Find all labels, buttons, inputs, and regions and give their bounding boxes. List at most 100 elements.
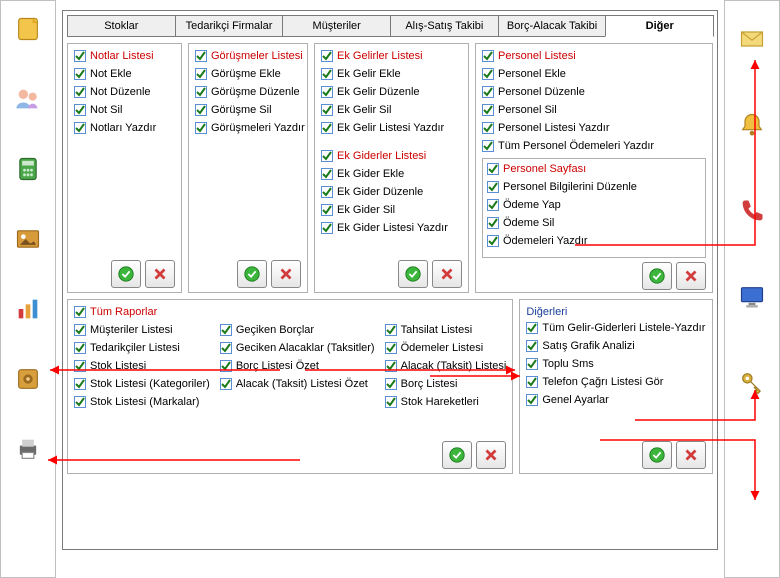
- ok-button[interactable]: [111, 260, 141, 288]
- checkbox[interactable]: [526, 376, 538, 388]
- tab-musteriler[interactable]: Müşteriler: [282, 15, 391, 37]
- checkbox[interactable]: [385, 396, 397, 408]
- checkbox[interactable]: [385, 324, 397, 336]
- item-label: Genel Ayarlar: [542, 394, 608, 406]
- content-frame: Stoklar Tedarikçi Firmalar Müşteriler Al…: [62, 10, 718, 550]
- checkbox[interactable]: [321, 104, 333, 116]
- checkbox[interactable]: [195, 104, 207, 116]
- tab-borc-alacak[interactable]: Borç-Alacak Takibi: [498, 15, 607, 37]
- left-sidebar: [0, 0, 56, 578]
- checkbox[interactable]: [526, 394, 538, 406]
- checkbox[interactable]: [385, 378, 397, 390]
- calculator-icon[interactable]: [10, 151, 46, 187]
- checkbox[interactable]: [195, 50, 207, 62]
- checkbox[interactable]: [321, 168, 333, 180]
- printer-icon[interactable]: [10, 431, 46, 467]
- checkbox[interactable]: [74, 50, 86, 62]
- checkbox[interactable]: [321, 204, 333, 216]
- item-label: Not Düzenle: [90, 86, 151, 98]
- panel-header: Notlar Listesi: [90, 50, 154, 62]
- note-icon[interactable]: [10, 11, 46, 47]
- monitor-icon[interactable]: [734, 279, 770, 315]
- cancel-button[interactable]: [476, 441, 506, 469]
- checkbox[interactable]: [195, 122, 207, 134]
- checkbox[interactable]: [321, 186, 333, 198]
- cancel-button[interactable]: [145, 260, 175, 288]
- safe-icon[interactable]: [10, 361, 46, 397]
- checkbox[interactable]: [74, 378, 86, 390]
- ok-button[interactable]: [398, 260, 428, 288]
- cancel-button[interactable]: [676, 441, 706, 469]
- checkbox[interactable]: [195, 68, 207, 80]
- users-icon[interactable]: [10, 81, 46, 117]
- checkbox[interactable]: [321, 150, 333, 162]
- checkbox[interactable]: [482, 68, 494, 80]
- checkbox[interactable]: [526, 322, 538, 334]
- panel-header: Ek Giderler Listesi: [337, 150, 426, 162]
- item-label: Stok Listesi (Kategoriler): [90, 378, 210, 390]
- panel-header: Ek Gelirler Listesi: [337, 50, 423, 62]
- checkbox[interactable]: [195, 86, 207, 98]
- tab-diger[interactable]: Diğer: [605, 15, 714, 37]
- checkbox[interactable]: [321, 50, 333, 62]
- checkbox[interactable]: [220, 324, 232, 336]
- checkbox[interactable]: [487, 235, 499, 247]
- phone-icon[interactable]: [734, 193, 770, 229]
- checkbox[interactable]: [487, 163, 499, 175]
- item-label: Alacak (Taksit) Listesi Özet: [236, 378, 368, 390]
- checkbox[interactable]: [74, 306, 86, 318]
- checkbox[interactable]: [487, 199, 499, 211]
- checkbox[interactable]: [74, 68, 86, 80]
- checkbox[interactable]: [74, 86, 86, 98]
- checkbox[interactable]: [74, 324, 86, 336]
- checkbox[interactable]: [74, 104, 86, 116]
- checkbox[interactable]: [482, 86, 494, 98]
- checkbox[interactable]: [526, 340, 538, 352]
- checkbox[interactable]: [482, 122, 494, 134]
- checkbox[interactable]: [487, 181, 499, 193]
- image-icon[interactable]: [10, 221, 46, 257]
- mail-icon[interactable]: [734, 21, 770, 57]
- checkbox[interactable]: [321, 86, 333, 98]
- tab-stoklar[interactable]: Stoklar: [67, 15, 176, 37]
- tab-alis-satis[interactable]: Alış-Satış Takibi: [390, 15, 499, 37]
- checkbox[interactable]: [321, 68, 333, 80]
- tab-tedarikci[interactable]: Tedarikçi Firmalar: [175, 15, 284, 37]
- checkbox[interactable]: [487, 217, 499, 229]
- panel-personel: Personel Listesi Personel Ekle Personel …: [475, 43, 713, 293]
- checkbox[interactable]: [482, 50, 494, 62]
- chart-icon[interactable]: [10, 291, 46, 327]
- item-label: Tüm Gelir-Giderleri Listele-Yazdır: [542, 322, 705, 334]
- checkbox[interactable]: [526, 358, 538, 370]
- checkbox[interactable]: [74, 360, 86, 372]
- checkbox[interactable]: [385, 342, 397, 354]
- checkbox[interactable]: [74, 396, 86, 408]
- item-label: Borç Listesi Özet: [236, 360, 319, 372]
- cancel-button[interactable]: [271, 260, 301, 288]
- cancel-button[interactable]: [676, 262, 706, 290]
- checkbox[interactable]: [74, 342, 86, 354]
- checkbox[interactable]: [321, 222, 333, 234]
- ok-button[interactable]: [642, 441, 672, 469]
- checkbox[interactable]: [385, 360, 397, 372]
- checkbox[interactable]: [482, 140, 494, 152]
- item-label: Personel Düzenle: [498, 86, 585, 98]
- checkbox[interactable]: [482, 104, 494, 116]
- checkbox[interactable]: [220, 360, 232, 372]
- cancel-button[interactable]: [432, 260, 462, 288]
- item-label: Görüşme Sil: [211, 104, 272, 116]
- ok-button[interactable]: [642, 262, 672, 290]
- item-label: Ek Gelir Düzenle: [337, 86, 420, 98]
- checkbox[interactable]: [220, 378, 232, 390]
- item-label: Borç Listesi: [401, 378, 458, 390]
- item-label: Müşteriler Listesi: [90, 324, 173, 336]
- right-sidebar: [724, 0, 780, 578]
- checkbox[interactable]: [321, 122, 333, 134]
- ok-button[interactable]: [237, 260, 267, 288]
- checkbox[interactable]: [220, 342, 232, 354]
- item-label: Ek Gider Listesi Yazdır: [337, 222, 448, 234]
- bell-icon[interactable]: [734, 107, 770, 143]
- key-icon[interactable]: [734, 365, 770, 401]
- checkbox[interactable]: [74, 122, 86, 134]
- ok-button[interactable]: [442, 441, 472, 469]
